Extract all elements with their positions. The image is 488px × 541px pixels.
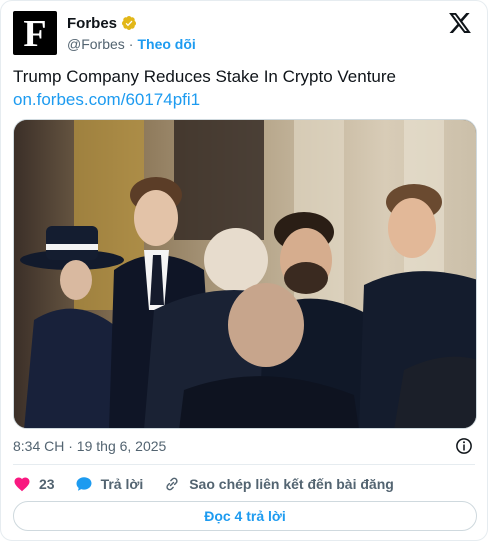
avatar-letter: F	[23, 13, 47, 55]
reply-label: Trả lời	[100, 476, 144, 492]
follow-button[interactable]: Theo dõi	[137, 36, 195, 52]
divider	[13, 464, 475, 465]
tweet-body: Trump Company Reduces Stake In Crypto Ve…	[13, 65, 473, 111]
x-logo-icon[interactable]	[449, 13, 471, 33]
tweet-timestamp[interactable]: 8:34 CH · 19 thg 6, 2025	[13, 438, 166, 454]
beard	[284, 262, 328, 294]
copy-link-button[interactable]: Sao chép liên kết đến bài đăng	[163, 475, 394, 493]
link-icon	[166, 477, 178, 491]
handle[interactable]: @Forbes	[67, 36, 125, 52]
display-name[interactable]: Forbes	[67, 15, 117, 32]
copy-link-label: Sao chép liên kết đến bài đăng	[189, 476, 394, 492]
info-icon[interactable]	[455, 437, 473, 455]
tweet-text: Trump Company Reduces Stake In Crypto Ve…	[13, 67, 396, 86]
face	[388, 198, 436, 258]
bald-head	[228, 283, 304, 367]
separator-dot: ·	[128, 36, 134, 52]
like-count: 23	[39, 476, 55, 492]
read-replies-button[interactable]: Đọc 4 trả lời	[13, 501, 477, 531]
like-button[interactable]: 23	[13, 475, 55, 493]
handle-row: @Forbes · Theo dõi	[67, 36, 196, 52]
white-hair	[204, 228, 268, 292]
hat-crown	[46, 226, 98, 260]
action-bar: 23 Trả lời Sao chép liên kết đến bài đăn…	[13, 473, 414, 495]
tweet-photo[interactable]	[13, 119, 477, 429]
hat-band	[46, 244, 98, 250]
photo-illustration	[14, 120, 476, 428]
speech-bubble-icon	[76, 477, 92, 491]
tweet-header: F Forbes @Forbes · Theo dõi	[13, 11, 475, 57]
verified-badge-icon	[122, 16, 137, 30]
author-info: Forbes @Forbes · Theo dõi	[67, 13, 196, 53]
tweet-link[interactable]: on.forbes.com/60174pfi1	[13, 88, 473, 111]
tweet-card: F Forbes @Forbes · Theo dõi Trump Compan…	[0, 0, 488, 541]
heart-icon	[14, 477, 30, 492]
reply-button[interactable]: Trả lời	[75, 475, 144, 493]
portrait-frame	[174, 120, 264, 240]
name-row: Forbes	[67, 13, 196, 33]
face	[134, 190, 178, 246]
face	[60, 260, 92, 300]
forbes-avatar[interactable]: F	[13, 11, 57, 55]
